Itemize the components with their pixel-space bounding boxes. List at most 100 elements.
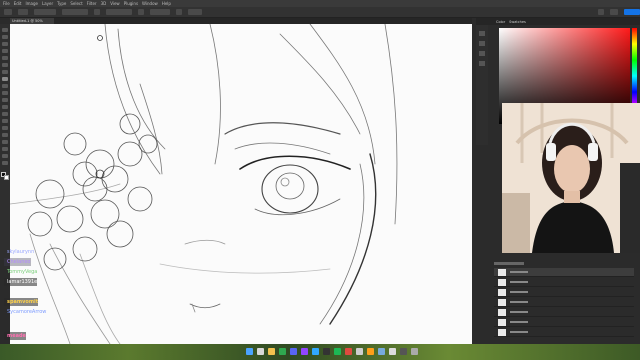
opacity-field[interactable] xyxy=(62,9,88,15)
app-icon[interactable] xyxy=(356,348,363,355)
marquee-tool-icon[interactable] xyxy=(2,35,8,39)
menu-item-window[interactable]: Window xyxy=(142,0,158,7)
obs-icon[interactable] xyxy=(323,348,330,355)
smoothing-field[interactable] xyxy=(150,9,170,15)
menu-item-select[interactable]: Select xyxy=(70,0,82,7)
crop-tool-icon[interactable] xyxy=(2,56,8,60)
menu-item-type[interactable]: Type xyxy=(57,0,66,7)
app-icon[interactable] xyxy=(345,348,352,355)
layer-name xyxy=(510,291,528,293)
search-icon[interactable] xyxy=(598,9,604,15)
menu-item-view[interactable]: View xyxy=(110,0,120,7)
app-icon[interactable] xyxy=(367,348,374,355)
layer-row[interactable] xyxy=(494,318,634,327)
menu-bar: File Edit Image Layer Type Select Filter… xyxy=(0,0,640,7)
chat-message: meade xyxy=(4,332,26,340)
app-icon[interactable] xyxy=(400,348,407,355)
chat-message: Chelaneo xyxy=(4,258,31,266)
search-icon[interactable] xyxy=(257,348,264,355)
layer-row[interactable] xyxy=(494,328,634,337)
chat-message: lamar1391e xyxy=(4,278,38,286)
flow-field[interactable] xyxy=(106,9,132,15)
hand-tool-icon[interactable] xyxy=(2,154,8,158)
menu-item-plugins[interactable]: Plugins xyxy=(124,0,138,7)
layer-thumbnail xyxy=(498,309,506,316)
start-menu-icon[interactable] xyxy=(246,348,253,355)
zoom-tool-icon[interactable] xyxy=(2,161,8,165)
chat-message: spamvomit xyxy=(4,298,39,306)
layer-row[interactable] xyxy=(494,268,634,277)
menu-item-edit[interactable]: Edit xyxy=(14,0,22,7)
file-explorer-icon[interactable] xyxy=(268,348,275,355)
layers-filter-row[interactable] xyxy=(494,262,524,265)
windows-taskbar xyxy=(0,344,640,360)
menu-item-filter[interactable]: Filter xyxy=(87,0,97,7)
color-panel-icon[interactable] xyxy=(479,31,485,36)
app-icon[interactable] xyxy=(411,348,418,355)
adjustments-panel-icon[interactable] xyxy=(479,61,485,66)
twitch-icon[interactable] xyxy=(301,348,308,355)
quick-select-tool-icon[interactable] xyxy=(2,49,8,53)
dodge-tool-icon[interactable] xyxy=(2,119,8,123)
eyedropper-tool-icon[interactable] xyxy=(2,63,8,67)
pressure-opacity-icon[interactable] xyxy=(94,9,100,15)
layer-thumbnail xyxy=(498,329,506,336)
spotify-icon[interactable] xyxy=(334,348,341,355)
gradient-tool-icon[interactable] xyxy=(2,105,8,109)
tab-swatches[interactable]: Swatches xyxy=(509,20,526,24)
angle-field[interactable] xyxy=(188,9,202,15)
layers-panel xyxy=(488,260,640,344)
tab-color[interactable]: Color xyxy=(496,20,505,24)
stream-chat-overlay: skylaurynn Chelaneo TommyVega lamar1391e… xyxy=(4,248,114,348)
chat-username: lamar1391e xyxy=(7,279,38,285)
healing-tool-icon[interactable] xyxy=(2,70,8,74)
chat-username: meade xyxy=(7,333,26,339)
layer-thumbnail xyxy=(498,299,506,306)
lasso-tool-icon[interactable] xyxy=(2,42,8,46)
workspace-icon[interactable] xyxy=(610,9,618,15)
blur-tool-icon[interactable] xyxy=(2,112,8,116)
home-icon[interactable] xyxy=(4,9,12,15)
app-icon[interactable] xyxy=(389,348,396,355)
pen-tool-icon[interactable] xyxy=(2,126,8,130)
layer-thumbnail xyxy=(498,269,506,276)
layer-row[interactable] xyxy=(494,288,634,297)
eraser-tool-icon[interactable] xyxy=(2,98,8,102)
shape-tool-icon[interactable] xyxy=(2,147,8,151)
type-tool-icon[interactable] xyxy=(2,133,8,137)
chat-username: spamvomit xyxy=(7,299,39,305)
stamp-tool-icon[interactable] xyxy=(2,84,8,88)
brush-tool-icon[interactable] xyxy=(2,77,8,81)
menu-item-help[interactable]: Help xyxy=(162,0,171,7)
background-color-swatch[interactable] xyxy=(4,175,9,180)
brush-preset-picker[interactable] xyxy=(18,9,28,15)
browser-icon[interactable] xyxy=(279,348,286,355)
history-panel-icon[interactable] xyxy=(479,51,485,56)
move-tool-icon[interactable] xyxy=(2,28,8,32)
flower-sketch xyxy=(27,113,158,271)
discord-icon[interactable] xyxy=(290,348,297,355)
settings-gear-icon[interactable] xyxy=(176,9,182,15)
airbrush-icon[interactable] xyxy=(138,9,144,15)
layer-name xyxy=(510,321,528,323)
menu-item-layer[interactable]: Layer xyxy=(42,0,53,7)
layer-row[interactable] xyxy=(494,308,634,317)
brush-panel-icon[interactable] xyxy=(479,41,485,46)
share-button[interactable] xyxy=(624,9,640,15)
photoshop-icon[interactable] xyxy=(312,348,319,355)
layer-row[interactable] xyxy=(494,278,634,287)
layer-thumbnail xyxy=(498,289,506,296)
history-brush-tool-icon[interactable] xyxy=(2,91,8,95)
menu-item-file[interactable]: File xyxy=(3,0,10,7)
menu-item-3d[interactable]: 3D xyxy=(101,0,107,7)
brush-mode-dropdown[interactable] xyxy=(34,9,56,15)
app-icon[interactable] xyxy=(378,348,385,355)
taskbar-clock[interactable] xyxy=(604,347,634,357)
menu-item-image[interactable]: Image xyxy=(25,0,38,7)
layer-row[interactable] xyxy=(494,298,634,307)
chat-message: SycamoreArrow xyxy=(4,308,46,316)
chat-username: skylaurynn xyxy=(7,249,35,255)
webcam-overlay xyxy=(502,103,640,253)
path-select-tool-icon[interactable] xyxy=(2,140,8,144)
options-bar xyxy=(0,7,640,18)
